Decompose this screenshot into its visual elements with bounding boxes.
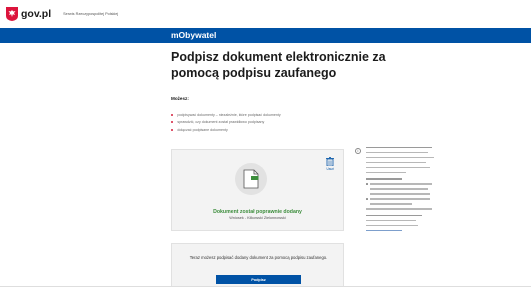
sign-button[interactable]: Podpisz (216, 275, 301, 284)
remove-document-link[interactable]: Usuń (327, 167, 334, 171)
app-title[interactable]: mObywatel (171, 30, 216, 40)
sidebar-list (366, 183, 434, 205)
features-label: Możesz: (171, 96, 189, 101)
site-name-link[interactable]: gov.pl (21, 8, 51, 20)
list-item: sprawdzić, czy dokument został prawidłow… (171, 119, 281, 127)
features-list: podpisywać dokumenty – niezależnie, któr… (171, 111, 281, 134)
bullet-dot-icon (171, 128, 174, 131)
feature-text: dołączać podpisane dokumenty (177, 127, 228, 132)
sign-card: Teraz możesz podpisać dodany dokument za… (171, 243, 344, 287)
bullet-dot-icon (171, 113, 174, 116)
document-filename: Wniosek - Kilkowski Zielonnowski (229, 216, 286, 220)
app-bar (0, 28, 531, 43)
top-header: gov.pl Serwis Rzeczypospolitej Polskiej (0, 0, 531, 28)
sidebar-block (366, 147, 434, 174)
sidebar-block (366, 214, 434, 231)
page-title: Podpisz dokument elektronicznie za pomoc… (171, 50, 386, 80)
document-card: Usuń Dokument został poprawnie dodany Wn… (171, 149, 344, 231)
site-subtitle: Serwis Rzeczypospolitej Polskiej (63, 12, 119, 16)
info-sidebar (366, 147, 434, 236)
bullet-dot-icon (171, 121, 174, 124)
trash-icon[interactable] (326, 157, 334, 166)
info-icon: i (355, 148, 361, 154)
upload-success-message: Dokument został poprawnie dodany (213, 209, 302, 215)
sidebar-block (366, 178, 434, 210)
feature-text: podpisywać dokumenty – niezależnie, któr… (177, 112, 281, 117)
list-item: podpisywać dokumenty – niezależnie, któr… (171, 111, 281, 119)
feature-text: sprawdzić, czy dokument został prawidłow… (177, 120, 265, 125)
document-file-icon (243, 169, 259, 189)
sign-instructions: Teraz możesz podpisać dodany dokument za… (189, 255, 328, 260)
list-item: dołączać podpisane dokumenty (171, 126, 281, 134)
polish-eagle-emblem-icon (6, 7, 18, 21)
